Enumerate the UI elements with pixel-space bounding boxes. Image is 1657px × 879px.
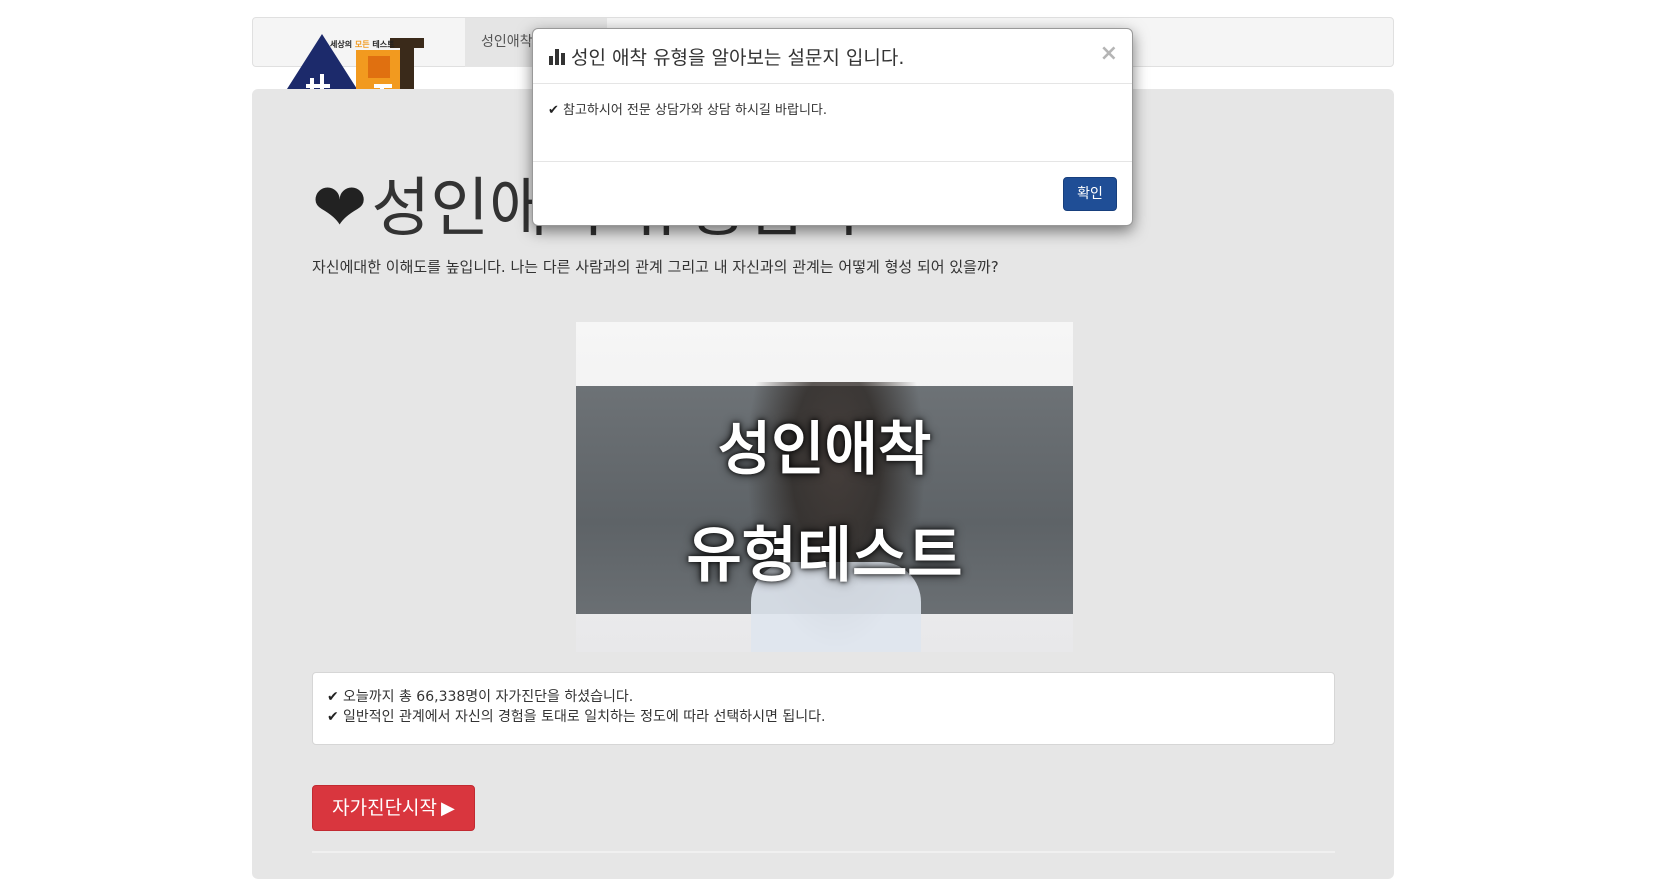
modal-body: ✔ 참고하시어 전문 상담가와 상담 하시길 바랍니다.	[548, 99, 827, 118]
check-icon: ✔	[548, 103, 559, 118]
survey-info-modal: 성인 애착 유형을 알아보는 설문지 입니다. × ✔ 참고하시어 전문 상담가와…	[532, 28, 1133, 226]
hero-image-line2: 유형테스트	[686, 521, 963, 591]
modal-footer: 확인	[533, 161, 1132, 227]
check-icon: ✔	[327, 689, 339, 705]
bar-chart-icon	[549, 49, 565, 65]
modal-body-text: 참고하시어 전문 상담가와 상담 하시길 바랍니다.	[563, 103, 827, 118]
close-icon[interactable]: ×	[1100, 41, 1118, 66]
confirm-button[interactable]: 확인	[1063, 177, 1117, 211]
hero-image-line1: 성인애착	[717, 415, 932, 483]
logo-tagline: 세상의 모든 테스트	[330, 39, 395, 49]
modal-header: 성인 애착 유형을 알아보는 설문지 입니다. ×	[533, 29, 1132, 84]
heart-icon: ❤	[312, 169, 368, 246]
modal-title-text: 성인 애착 유형을 알아보는 설문지 입니다.	[571, 47, 905, 69]
start-self-diagnosis-button[interactable]: 자가진단시작 ▶	[312, 785, 475, 831]
play-icon: ▶	[441, 798, 455, 819]
check-icon: ✔	[327, 709, 339, 725]
modal-title: 성인 애착 유형을 알아보는 설문지 입니다.	[549, 43, 904, 70]
hero-image: 성인애착 유형테스트	[576, 322, 1073, 652]
start-button-label: 자가진단시작	[332, 797, 438, 819]
info-line-count: ✔ 오늘까지 총 66,338명이 자가진단을 하셨습니다.	[327, 689, 634, 705]
page-subtitle: 자신에대한 이해도를 높입니다. 나는 다른 사람과의 관계 그리고 내 자신과…	[312, 258, 999, 276]
info-panel: ✔ 오늘까지 총 66,338명이 자가진단을 하셨습니다. ✔ 일반적인 관계에서…	[312, 672, 1335, 745]
info-line-instruction: ✔ 일반적인 관계에서 자신의 경험을 토대로 일치하는 정도에 따라 선택하시면…	[327, 709, 826, 725]
